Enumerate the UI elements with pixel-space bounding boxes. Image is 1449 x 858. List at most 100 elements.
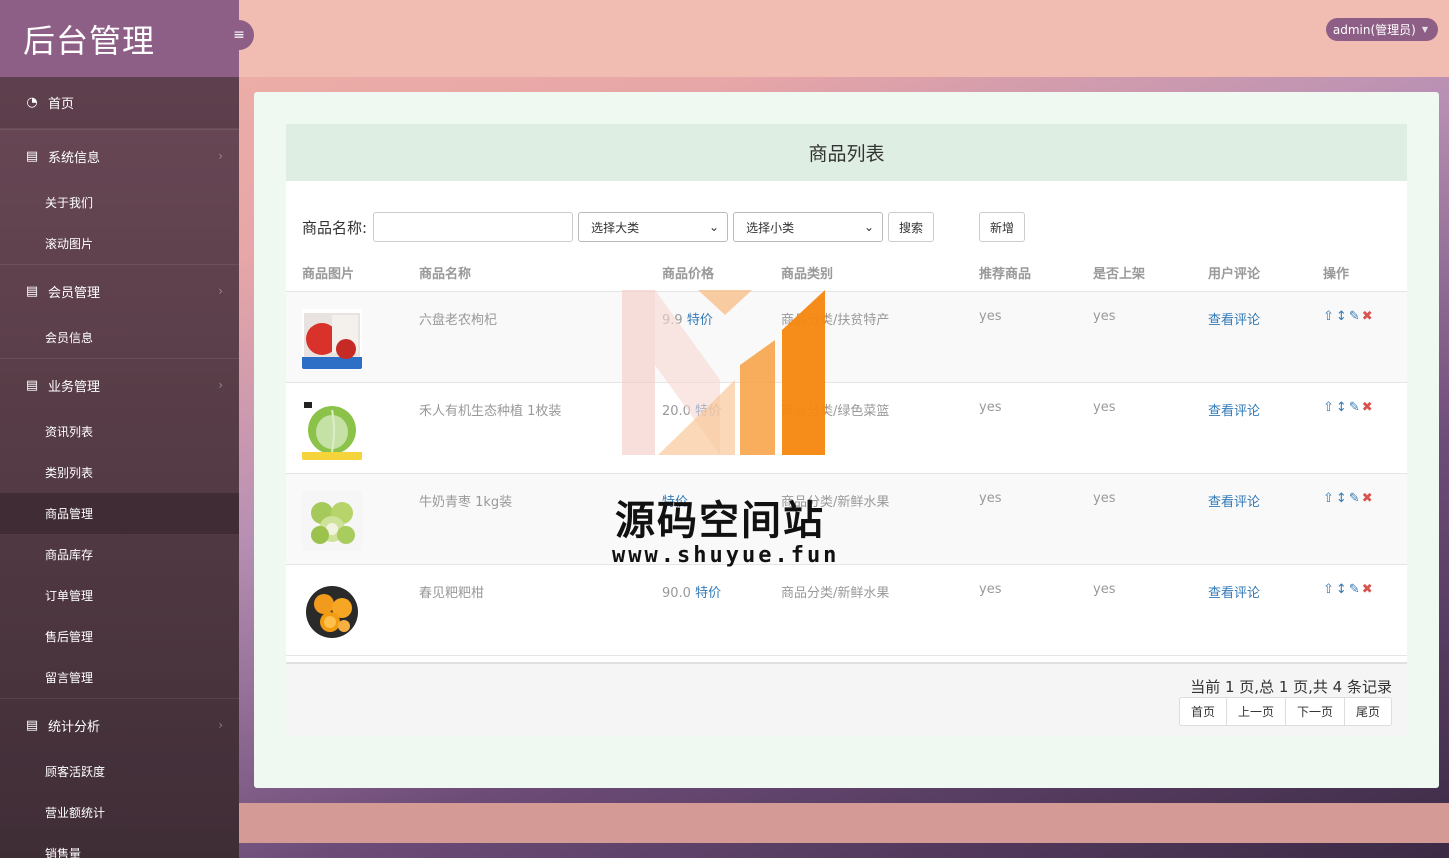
sidebar-item[interactable]: 滚动图片 [0,223,239,264]
product-thumbnail-orange [302,581,362,642]
sidebar-item[interactable]: 留言管理 [0,657,239,698]
table-row: 六盘老农枸杞 9.9 特价 商品分类/扶贫特产 yes yes 查看评论 ⇧↕✎… [286,291,1407,382]
recommend-toggle-icon[interactable]: ⇧ [1323,309,1336,324]
search-bar: 商品名称: 选择大类 ⌄ 选择小类 ⌄ 搜索 新增 [302,212,1026,242]
user-label: admin(管理员) [1332,23,1416,37]
product-category: 商品分类/扶贫特产 [781,312,890,328]
price-value: 20.0 [662,403,691,419]
first-page-button[interactable]: 首页 [1178,697,1227,726]
top-bar: admin(管理员) ▼ [239,0,1449,77]
add-button[interactable]: 新增 [979,212,1026,242]
onsale-flag: yes [1093,490,1116,506]
product-name: 禾人有机生态种植 1枚装 [419,403,562,419]
column-header: 推荐商品 [963,255,1077,292]
special-price-tag: 特价 [695,403,722,419]
product-thumbnail-jujube [302,490,362,551]
special-price-tag: 特价 [686,312,713,328]
recommend-toggle-icon[interactable]: ⇧ [1323,491,1336,506]
delete-icon[interactable]: ✖ [1362,309,1375,324]
subcategory-select-value: 选择小类 [746,220,795,235]
column-header: 操作 [1307,255,1407,292]
book-icon: ▤ [25,148,39,164]
caret-down-icon: ▼ [1421,25,1428,34]
view-comments-link[interactable]: 查看评论 [1208,313,1260,328]
column-header: 商品类别 [765,255,963,292]
sidebar-group-label: 系统信息 [48,150,101,166]
sidebar-toggle-button[interactable]: ≡ [224,20,254,50]
row-actions: ⇧↕✎✖ [1307,564,1407,655]
sort-icon[interactable]: ↕ [1336,491,1349,506]
view-comments-link[interactable]: 查看评论 [1208,586,1260,601]
product-category: 商品分类/新鲜水果 [781,585,890,601]
sidebar-item-home[interactable]: ◔ 首页 [0,77,239,129]
product-price: 90.0 特价 [646,564,765,655]
brand: 后台管理 ≡ [0,0,254,77]
sidebar-item[interactable]: 订单管理 [0,575,239,616]
product-name-input[interactable] [373,212,574,242]
table-row: 春见粑粑柑 90.0 特价 商品分类/新鲜水果 yes yes 查看评论 ⇧↕✎… [286,564,1407,655]
sidebar-item[interactable]: 售后管理 [0,616,239,657]
chevron-right-icon: › [218,149,223,163]
next-page-button[interactable]: 下一页 [1284,697,1345,726]
recommend-flag: yes [979,308,1002,324]
sidebar-item[interactable]: 类别列表 [0,452,239,493]
sidebar-group-system: ▤ 系统信息 › 关于我们 滚动图片 [0,129,239,264]
view-comments-link[interactable]: 查看评论 [1208,495,1260,510]
row-actions: ⇧↕✎✖ [1307,382,1407,473]
chevron-down-icon: ⌄ [709,220,720,234]
sidebar-group-head[interactable]: ▤ 统计分析 › [0,699,239,751]
sidebar-item[interactable]: 顾客活跃度 [0,751,239,792]
row-actions: ⇧↕✎✖ [1307,291,1407,382]
sidebar-group-head[interactable]: ▤ 业务管理 › [0,359,239,411]
sidebar-group-head[interactable]: ▤ 系统信息 › [0,130,239,182]
last-page-button[interactable]: 尾页 [1343,697,1392,726]
sort-icon[interactable]: ↕ [1336,582,1349,597]
recommend-toggle-icon[interactable]: ⇧ [1323,400,1336,415]
product-name: 春见粑粑柑 [419,585,485,601]
book-icon: ▤ [25,283,39,299]
sidebar-item[interactable]: 商品库存 [0,534,239,575]
category-select-value: 选择大类 [591,220,640,235]
edit-icon[interactable]: ✎ [1349,400,1362,415]
delete-icon[interactable]: ✖ [1362,491,1375,506]
delete-icon[interactable]: ✖ [1362,400,1375,415]
delete-icon[interactable]: ✖ [1362,582,1375,597]
view-comments-link[interactable]: 查看评论 [1208,404,1260,419]
sidebar-group-stats: ▤ 统计分析 › 顾客活跃度 营业额统计 销售量 [0,698,239,858]
column-header: 是否上架 [1077,255,1192,292]
watermark-text: 源码空间站 [615,498,825,544]
sidebar-item-active[interactable]: 商品管理 [0,493,239,534]
edit-icon[interactable]: ✎ [1349,491,1362,506]
menu-icon: ≡ [233,27,245,43]
edit-icon[interactable]: ✎ [1349,309,1362,324]
product-name: 六盘老农枸杞 [419,312,498,328]
subcategory-select[interactable]: 选择小类 ⌄ [733,212,884,242]
content-card: 商品列表 商品名称: 选择大类 ⌄ 选择小类 ⌄ 搜索 新增 商品图片 商品名称… [254,92,1439,788]
watermark-url: www.shuyue.fun [612,543,840,568]
prev-page-button[interactable]: 上一页 [1225,697,1286,726]
price-value: 90.0 [662,585,691,601]
sidebar-item[interactable]: 资讯列表 [0,411,239,452]
sidebar-item[interactable]: 关于我们 [0,182,239,223]
sidebar-item[interactable]: 会员信息 [0,317,239,358]
sidebar-group-business: ▤ 业务管理 › 资讯列表 类别列表 商品管理 商品库存 订单管理 售后管理 留… [0,358,239,698]
recommend-toggle-icon[interactable]: ⇧ [1323,582,1336,597]
chevron-right-icon: › [218,378,223,392]
user-menu-button[interactable]: admin(管理员) ▼ [1325,18,1438,41]
search-button[interactable]: 搜索 [888,212,935,242]
sidebar-item[interactable]: 营业额统计 [0,792,239,833]
edit-icon[interactable]: ✎ [1349,582,1362,597]
sort-icon[interactable]: ↕ [1336,309,1349,324]
sidebar-group-label: 业务管理 [48,379,101,395]
dashboard-icon: ◔ [26,95,38,110]
onsale-flag: yes [1093,308,1116,324]
category-select[interactable]: 选择大类 ⌄ [578,212,729,242]
sidebar-item-label: 首页 [48,97,75,112]
sidebar-group-head[interactable]: ▤ 会员管理 › [0,265,239,317]
column-header: 商品图片 [286,255,403,292]
onsale-flag: yes [1093,399,1116,415]
sidebar: 后台管理 ≡ ◔ 首页 ▤ 系统信息 › 关于我们 滚动图片 ▤ 会员管理 › … [0,0,254,858]
sort-icon[interactable]: ↕ [1336,400,1349,415]
special-price-tag: 特价 [695,585,722,601]
sidebar-item[interactable]: 销售量 [0,833,239,858]
